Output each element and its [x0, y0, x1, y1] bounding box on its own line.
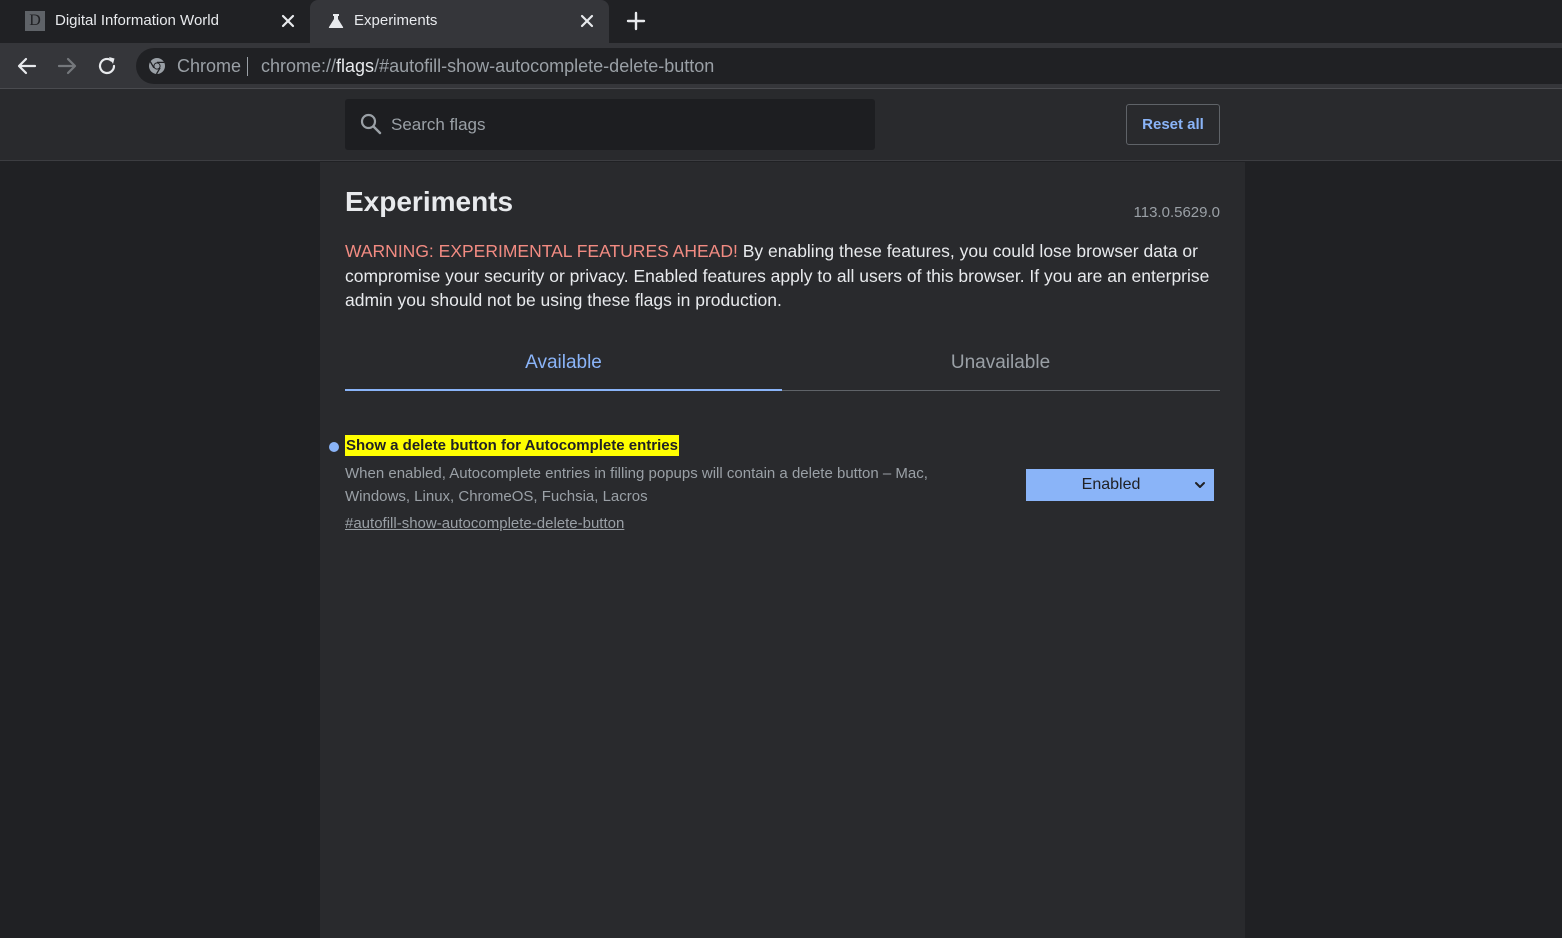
flag-entry: Show a delete button for Autocomplete en…: [320, 434, 1245, 544]
url-path: /#autofill-show-autocomplete-delete-butt…: [374, 56, 715, 76]
search-icon: [360, 113, 382, 135]
tab-unavailable[interactable]: Unavailable: [782, 344, 1219, 391]
close-icon[interactable]: [278, 11, 298, 31]
back-arrow-icon[interactable]: [15, 54, 39, 78]
experiments-content: Experiments 113.0.5629.0 WARNING: EXPERI…: [320, 162, 1245, 938]
modified-indicator-dot: [329, 442, 339, 452]
url-text[interactable]: chrome://flags/#autofill-show-autocomple…: [261, 56, 714, 77]
search-input[interactable]: [391, 99, 861, 150]
flag-description: When enabled, Autocomplete entries in fi…: [345, 465, 928, 505]
tab-strip: D Digital Information World Experiments: [0, 0, 1562, 43]
tab-digital-information-world[interactable]: D Digital Information World: [0, 0, 310, 43]
chevron-down-icon: [1195, 482, 1205, 488]
version-number: 113.0.5629.0: [1133, 204, 1220, 221]
flask-icon: [328, 14, 344, 28]
reset-all-button[interactable]: Reset all: [1126, 104, 1220, 145]
chrome-logo-icon: [149, 58, 165, 75]
tab-title: Digital Information World: [55, 12, 219, 29]
tab-available[interactable]: Available: [345, 344, 782, 391]
site-favicon-icon: D: [25, 11, 45, 31]
forward-arrow-icon[interactable]: [55, 54, 79, 78]
flag-state-select[interactable]: Enabled: [1026, 469, 1214, 501]
flag-name: Show a delete button for Autocomplete en…: [345, 435, 679, 456]
flags-header: Reset all: [0, 89, 1562, 161]
tab-title: Experiments: [354, 12, 438, 29]
select-value: Enabled: [1081, 476, 1141, 493]
tab-experiments[interactable]: Experiments: [310, 0, 609, 43]
page-title: Experiments: [345, 186, 514, 217]
warning-text: WARNING: EXPERIMENTAL FEATURES AHEAD! By…: [345, 239, 1225, 313]
search-box[interactable]: [345, 99, 875, 150]
warning-heading: WARNING: EXPERIMENTAL FEATURES AHEAD!: [345, 241, 738, 261]
flags-tabs: Available Unavailable: [345, 344, 1220, 391]
flag-permalink[interactable]: #autofill-show-autocomplete-delete-butto…: [345, 515, 624, 532]
browser-toolbar: Chrome chrome://flags/#autofill-show-aut…: [0, 43, 1562, 89]
omnibox-chip-label: Chrome: [177, 56, 242, 76]
close-icon[interactable]: [577, 11, 597, 31]
url-host: flags: [336, 56, 375, 76]
new-tab-plus-icon[interactable]: [624, 9, 648, 33]
address-bar[interactable]: Chrome chrome://flags/#autofill-show-aut…: [136, 48, 1562, 84]
reload-icon[interactable]: [95, 54, 119, 78]
omnibox-separator: [247, 57, 248, 76]
url-scheme: chrome://: [261, 56, 337, 76]
